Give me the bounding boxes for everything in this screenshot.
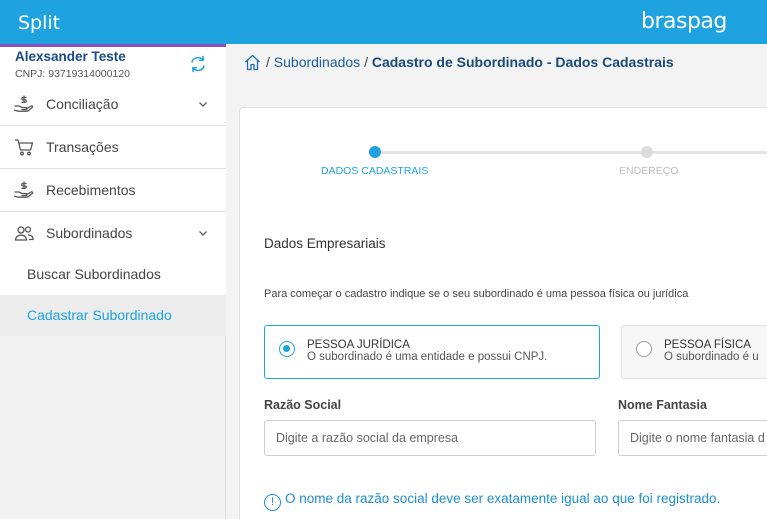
hint-text: O nome da razão social deve ser exatamen… (285, 491, 721, 506)
breadcrumb: / Subordinados / Cadastro de Subordinado… (266, 54, 674, 70)
cart-icon (15, 139, 34, 156)
nome-fantasia-input[interactable] (618, 420, 767, 456)
intro-text: Para começar o cadastro indique se o seu… (264, 288, 689, 300)
sidebar-subitem-cadastrar-subordinado[interactable]: Cadastrar Subordinado (0, 295, 226, 336)
step-label-endereco: ENDEREÇO (619, 165, 679, 177)
person-type-description: O subordinado é uma entidade e possui CN… (307, 351, 548, 363)
breadcrumb-separator: / (266, 54, 270, 70)
chevron-down-icon (199, 102, 207, 107)
radio-selected[interactable] (279, 341, 295, 357)
razao-social-label: Razão Social (264, 398, 342, 412)
sidebar-item-label: Subordinados (46, 225, 133, 241)
sidebar-item-recebimentos[interactable]: Recebimentos (0, 169, 226, 212)
sidebar-item-label: Recebimentos (46, 182, 136, 198)
sidebar-subitem-label: Cadastrar Subordinado (27, 307, 172, 323)
brand-logo: braspag (641, 9, 727, 34)
stepper-line (647, 151, 767, 154)
user-info: Alexsander Teste CNPJ: 93719314000120 (0, 47, 226, 85)
sidebar-item-label: Conciliação (46, 96, 119, 112)
person-type-title: PESSOA JURÍDICA (307, 339, 410, 351)
razao-social-input[interactable] (264, 420, 596, 456)
sidebar-item-conciliacao[interactable]: Conciliação (0, 83, 226, 126)
section-title: Dados Empresariais (264, 236, 386, 251)
person-type-juridica[interactable]: PESSOA JURÍDICA O subordinado é uma enti… (264, 325, 600, 379)
hand-coin-icon (14, 95, 34, 112)
sidebar-item-transacoes[interactable]: Transações (0, 126, 226, 169)
switch-account-icon[interactable] (188, 54, 208, 74)
sidebar-subitem-label: Buscar Subordinados (27, 266, 161, 282)
nome-fantasia-label: Nome Fantasia (618, 398, 707, 412)
user-document: CNPJ: 93719314000120 (15, 68, 131, 80)
hand-coin-icon (14, 181, 34, 198)
person-type-description: O subordinado é u (664, 351, 759, 363)
person-type-title: PESSOA FÍSICA (664, 339, 751, 351)
razao-social-hint: ! O nome da razão social deve ser exatame… (264, 491, 720, 511)
app-title: Split (18, 12, 61, 34)
sidebar-item-subordinados[interactable]: Subordinados (0, 212, 226, 255)
form-card (239, 107, 767, 519)
person-type-fisica[interactable]: PESSOA FÍSICA O subordinado é u (621, 325, 767, 379)
users-icon (14, 226, 34, 241)
breadcrumb-link-subordinados[interactable]: Subordinados (274, 54, 360, 70)
radio-unselected[interactable] (636, 341, 652, 357)
sidebar: Alexsander Teste CNPJ: 93719314000120 Co… (0, 44, 226, 519)
sidebar-item-label: Transações (46, 139, 119, 155)
home-icon[interactable] (244, 54, 261, 71)
user-name: Alexsander Teste (15, 49, 126, 64)
sidebar-subitem-buscar-subordinados[interactable]: Buscar Subordinados (0, 254, 226, 295)
step-label-dados-cadastrais: DADOS CADASTRAIS (321, 165, 429, 177)
chevron-down-icon (199, 231, 207, 236)
step-dot-dados-cadastrais (369, 146, 381, 158)
stepper-line (375, 151, 647, 154)
breadcrumb-separator: / (364, 54, 368, 70)
top-bar: Split braspag (0, 0, 767, 44)
step-dot-endereco (641, 146, 653, 158)
breadcrumb-current: Cadastro de Subordinado - Dados Cadastra… (371, 54, 674, 70)
info-icon: ! (264, 494, 281, 511)
